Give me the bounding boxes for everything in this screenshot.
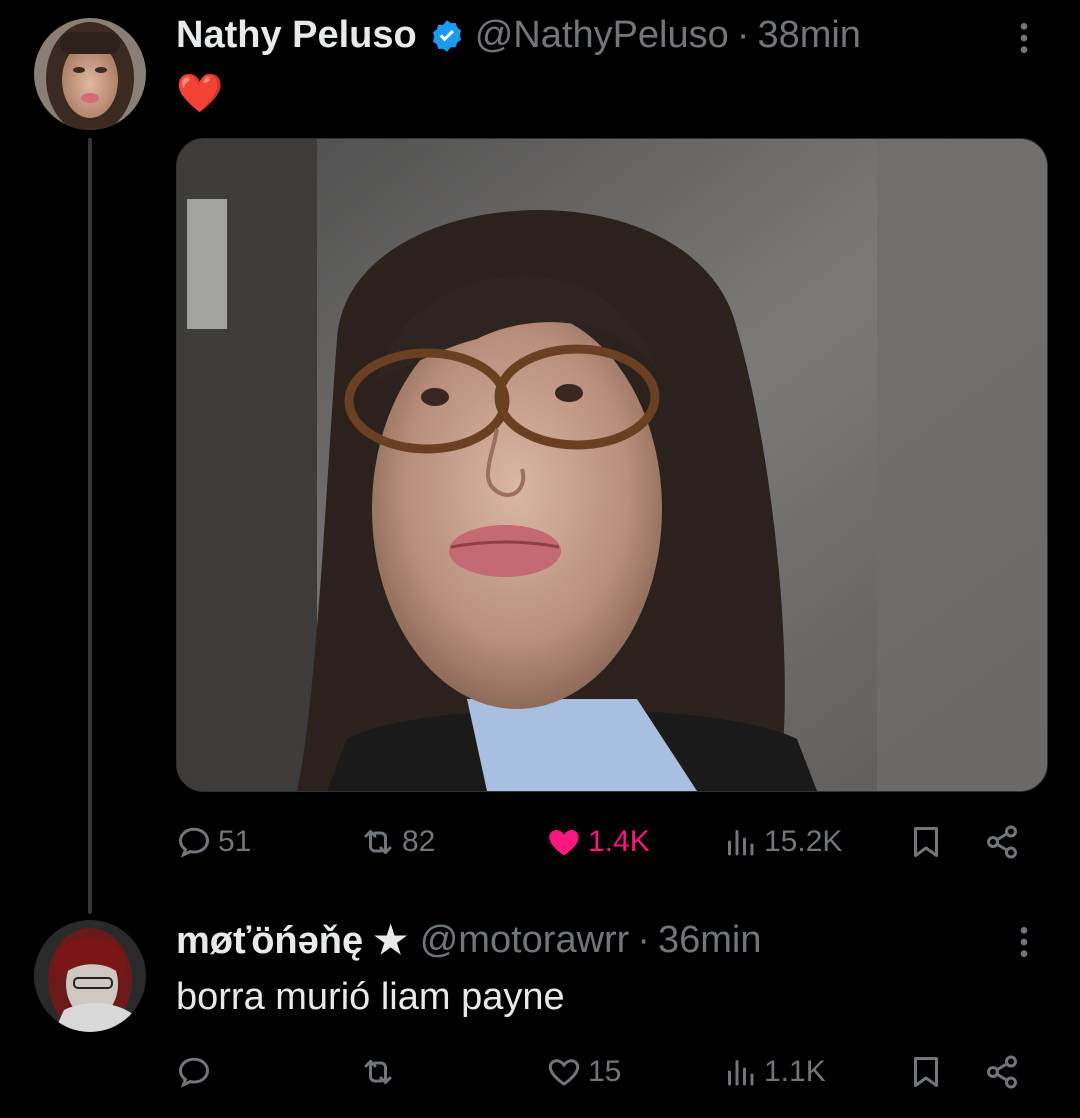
share-icon — [987, 825, 1017, 859]
separator: · — [637, 919, 650, 961]
tweet-photo[interactable] — [176, 138, 1048, 792]
like-button[interactable]: 1.4K — [546, 824, 650, 860]
reply-count: 51 — [218, 825, 252, 858]
avatar-motorawrr[interactable] — [34, 920, 146, 1032]
tweet-text: borra murió liam payne — [176, 976, 565, 1018]
views-icon — [728, 1060, 754, 1086]
bookmark-icon — [914, 1057, 938, 1087]
views-button[interactable]: 15.2K — [722, 824, 842, 860]
photo-image — [177, 139, 1047, 791]
repost-icon — [364, 1060, 392, 1084]
avatar-nathy[interactable] — [34, 18, 146, 130]
author-handle[interactable]: @NathyPeluso — [475, 14, 729, 57]
like-count: 1.4K — [588, 825, 650, 858]
reply-icon — [178, 1057, 210, 1088]
tweet2-actions: 15 1.1K — [176, 1052, 1046, 1096]
thread-line — [88, 138, 92, 914]
tweet1-actions: 51 82 1.4K 15.2K — [176, 822, 1046, 866]
bookmark-icon — [914, 827, 938, 857]
reply-icon — [178, 827, 210, 858]
views-button[interactable]: 1.1K — [722, 1054, 826, 1090]
author-name[interactable]: Nathy Peluso — [176, 14, 417, 57]
tweet-text: ❤️ — [176, 73, 224, 115]
repost-button[interactable] — [360, 1054, 402, 1090]
view-count: 15.2K — [764, 825, 843, 858]
verified-badge-icon — [429, 18, 465, 54]
share-button[interactable] — [984, 1054, 1020, 1090]
share-button[interactable] — [984, 824, 1020, 860]
repost-icon — [364, 830, 392, 854]
like-button[interactable]: 15 — [546, 1054, 621, 1090]
like-count: 15 — [588, 1055, 622, 1088]
like-icon — [549, 830, 579, 856]
views-icon — [728, 830, 754, 856]
author-name[interactable]: møťöńəňę ★ — [176, 918, 408, 963]
author-handle[interactable]: @motorawrr — [420, 919, 630, 962]
like-icon — [548, 1059, 580, 1086]
reply-button[interactable] — [176, 1054, 218, 1090]
reply-button[interactable]: 51 — [176, 824, 251, 860]
timestamp[interactable]: 36min — [658, 919, 762, 962]
more-icon[interactable] — [1004, 18, 1044, 58]
repost-button[interactable]: 82 — [360, 824, 435, 860]
separator: · — [736, 14, 750, 56]
repost-count: 82 — [402, 825, 436, 858]
more-icon[interactable] — [1004, 922, 1044, 962]
bookmark-button[interactable] — [908, 824, 944, 860]
share-icon — [987, 1055, 1017, 1089]
tweet2-header: møťöńəňę ★ @motorawrr · 36min — [176, 918, 761, 963]
tweet1-header: Nathy Peluso @NathyPeluso · 38min — [176, 14, 861, 57]
bookmark-button[interactable] — [908, 1054, 944, 1090]
timestamp[interactable]: 38min — [757, 14, 861, 57]
view-count: 1.1K — [764, 1055, 826, 1088]
